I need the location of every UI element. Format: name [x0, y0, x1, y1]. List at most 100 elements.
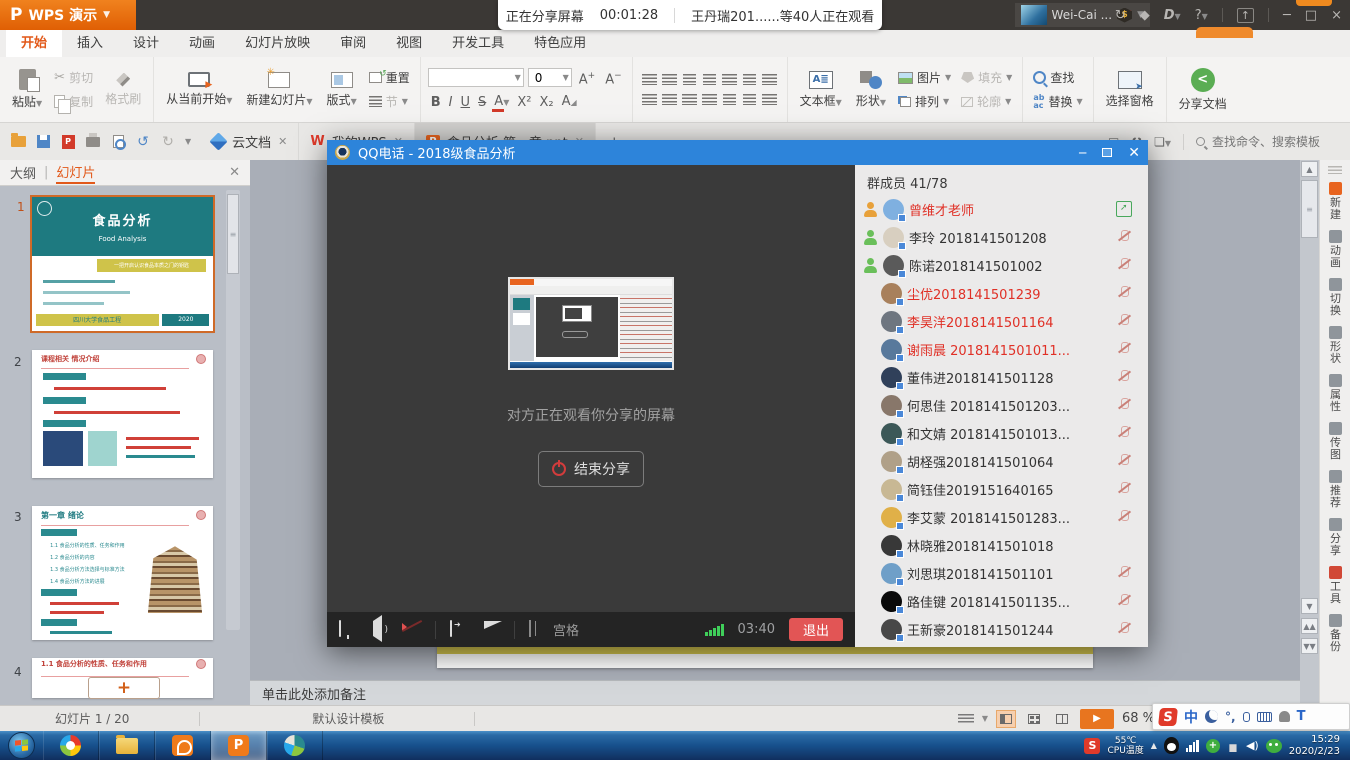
close-icon[interactable]: ✕ — [278, 135, 287, 148]
member-row[interactable]: 何思佳 2018141501203... — [855, 391, 1148, 419]
punctuation-icon[interactable]: °, — [1225, 710, 1236, 724]
sync-icon[interactable]: ↻ — [1115, 8, 1126, 23]
redo-button[interactable]: ↻ — [160, 134, 176, 150]
member-row[interactable]: 李玲 2018141501208 — [855, 223, 1148, 251]
paste-button[interactable]: 粘贴▼ — [7, 67, 47, 112]
member-row[interactable]: 林晓雅2018141501018 — [855, 531, 1148, 559]
scrollbar-thumb[interactable]: ≡ — [227, 194, 239, 274]
notes-area[interactable]: 单击此处添加备注 — [250, 680, 1300, 705]
member-row[interactable]: 简钰佳2019151640165 — [855, 475, 1148, 503]
format-painter-button[interactable]: 格式刷 — [100, 71, 146, 109]
member-mic-icon[interactable] — [1116, 425, 1132, 441]
replace-button[interactable]: abac替换▼ — [1030, 92, 1085, 111]
right-toolbar-item[interactable]: 分享 — [1329, 518, 1342, 557]
slides-scrollbar[interactable]: ≡ — [226, 190, 240, 630]
scroll-down-button[interactable]: ▼ — [1301, 598, 1318, 614]
save-button[interactable] — [35, 134, 51, 150]
power-plug-icon[interactable] — [1227, 739, 1239, 752]
screen-share-banner[interactable]: 正在分享屏幕 00:01:28 王丹瑞201......等40人正在观看 — [498, 0, 882, 30]
decrease-font-icon[interactable]: A− — [602, 67, 624, 89]
bold-button[interactable]: B — [428, 94, 444, 112]
member-mic-icon[interactable] — [1116, 229, 1132, 245]
ribbon-tab[interactable]: 动画 — [174, 30, 230, 57]
ribbon-tab[interactable]: 设计 — [118, 30, 174, 57]
demo-button[interactable] — [482, 621, 500, 639]
right-toolbar-item[interactable]: 形状 — [1329, 326, 1342, 365]
microphone-button[interactable] — [339, 621, 357, 639]
sogou-tray-icon[interactable]: S — [1084, 738, 1100, 754]
qq-tray-icon[interactable] — [1164, 737, 1179, 754]
picture-button[interactable]: 图片▼ — [895, 68, 954, 87]
right-toolbar-item[interactable]: 工具 — [1329, 566, 1342, 605]
sogou-logo-icon[interactable]: S — [1158, 708, 1178, 726]
end-share-button[interactable]: 结束分享 — [538, 451, 644, 487]
shapes-button[interactable]: 形状▼ — [851, 69, 891, 111]
volume-icon[interactable]: ◀) — [1246, 739, 1259, 752]
font-family-combo[interactable]: ▼ — [428, 68, 524, 87]
outline-button[interactable]: 轮廓▼ — [958, 92, 1015, 111]
member-mic-icon[interactable] — [1116, 453, 1132, 469]
member-mic-icon[interactable] — [1116, 481, 1132, 497]
member-row[interactable]: 路佳键 2018141501135... — [855, 587, 1148, 615]
increase-indent-icon[interactable] — [703, 74, 716, 85]
exit-call-button[interactable]: 退出 — [789, 618, 843, 641]
qq-minimize-button[interactable]: ─ — [1079, 146, 1086, 160]
font-size-input[interactable] — [533, 70, 559, 86]
account-icon[interactable] — [1279, 711, 1290, 722]
member-row[interactable]: 李艾蒙 2018141501283... — [855, 503, 1148, 531]
italic-button[interactable]: I — [446, 94, 456, 112]
promo-button[interactable] — [1196, 27, 1253, 38]
ribbon-tab[interactable]: 幻灯片放映 — [230, 30, 325, 57]
copy-button[interactable]: 复制 — [51, 92, 96, 111]
maximize-button[interactable]: □ — [1305, 8, 1317, 23]
undo-button[interactable]: ↺ — [135, 134, 151, 150]
clock[interactable]: 15:292020/2/23 — [1289, 734, 1344, 758]
font-size-combo[interactable]: ▼ — [528, 68, 572, 87]
export-pdf-button[interactable]: P — [60, 134, 76, 150]
grid-view-label[interactable]: 宫格 — [553, 620, 579, 639]
member-row[interactable]: 李昊洋2018141501164 — [855, 307, 1148, 335]
superscript-button[interactable]: X² — [514, 94, 534, 112]
member-mic-icon[interactable] — [1116, 509, 1132, 525]
vip-gem-icon[interactable]: ◆ — [1140, 8, 1150, 23]
next-slide-button[interactable]: ▼▼ — [1301, 638, 1318, 654]
right-toolbar-item[interactable]: 属性 — [1329, 374, 1342, 413]
ribbon-tab[interactable]: 视图 — [381, 30, 437, 57]
member-row[interactable]: 谢雨晨 2018141501011... — [855, 335, 1148, 363]
justify-icon[interactable] — [702, 94, 717, 105]
fullhalf-width-icon[interactable] — [1205, 710, 1218, 723]
sidebar-grip-icon[interactable] — [1328, 166, 1342, 174]
hidden-icons-button[interactable]: ▲ — [1151, 741, 1157, 750]
member-row[interactable]: 刘思琪2018141501101 — [855, 559, 1148, 587]
member-mic-icon[interactable] — [1116, 285, 1132, 301]
section-button[interactable]: 节▼ — [366, 92, 413, 111]
font-color-button[interactable]: A▼ — [491, 93, 512, 112]
member-mic-icon[interactable] — [1116, 201, 1132, 217]
member-row[interactable]: 胡柽强2018141501064 — [855, 447, 1148, 475]
minimize-button[interactable]: ─ — [1283, 8, 1291, 23]
right-toolbar-item[interactable]: 推荐 — [1329, 470, 1342, 509]
help-icon[interactable]: ?▼ — [1195, 8, 1208, 23]
numbered-list-icon[interactable] — [662, 74, 677, 85]
distribute-icon[interactable] — [723, 94, 736, 105]
taskbar-app-browser[interactable] — [43, 731, 99, 760]
paragraph-more-icon[interactable] — [762, 94, 777, 105]
quick-access-dropdown-icon[interactable]: ▼ — [185, 137, 191, 146]
antivirus-icon[interactable]: + — [1206, 739, 1220, 753]
tab-cloud-docs[interactable]: 云文档✕ — [201, 123, 299, 160]
previous-slide-button[interactable]: ▲▲ — [1301, 618, 1318, 634]
speaker-button[interactable]: ) — [371, 621, 389, 639]
decrease-indent-icon[interactable] — [683, 74, 696, 85]
print-preview-button[interactable] — [110, 134, 126, 150]
qq-titlebar[interactable]: QQ电话 - 2018级食品分析 ─ ✕ — [327, 140, 1148, 165]
ribbon-tab[interactable]: 开发工具 — [437, 30, 519, 57]
scroll-up-button[interactable]: ▲ — [1301, 161, 1318, 177]
play-from-current-button[interactable]: 从当前开始▼ — [161, 70, 237, 109]
taskbar-app-other[interactable] — [267, 731, 323, 760]
close-button[interactable]: × — [1331, 8, 1342, 23]
camera-off-button[interactable] — [403, 621, 421, 639]
notes-toggle-icon[interactable] — [958, 714, 974, 724]
wechat-tray-icon[interactable] — [1266, 739, 1282, 753]
ribbon-tab[interactable]: 插入 — [62, 30, 118, 57]
tab-outline[interactable]: 大纲 — [10, 163, 36, 182]
